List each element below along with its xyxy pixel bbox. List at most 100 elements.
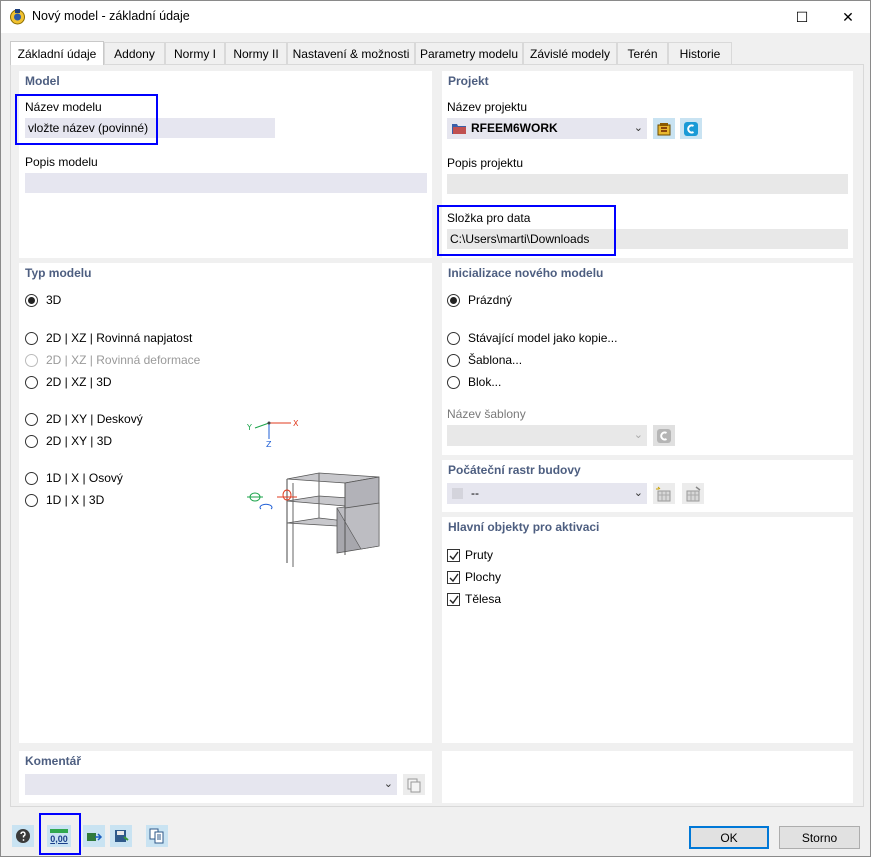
- new-grid-icon: [656, 486, 671, 501]
- load-defaults-button[interactable]: [146, 825, 168, 847]
- comment-panel: Komentář ⌄: [19, 751, 432, 803]
- highlight-data-folder: [437, 205, 616, 256]
- dialog-window: Nový model - základní údaje ☐ ✕ Základní…: [0, 0, 871, 857]
- model-section-title: Model: [25, 74, 60, 88]
- import-button[interactable]: [83, 825, 105, 847]
- tab-settings-options[interactable]: Nastavení & možnosti: [287, 42, 415, 64]
- model-type-illustration: X Y Z: [246, 419, 380, 567]
- checkbox-label: Plochy: [465, 570, 502, 584]
- building-icon: [247, 472, 380, 567]
- radio-label: Šablona...: [468, 353, 523, 367]
- radio-label: 1D | X | Osový: [46, 471, 123, 485]
- maximize-button[interactable]: ☐: [779, 1, 825, 33]
- radio-2d-xz-plane-stress[interactable]: 2D | XZ | Rovinná napjatost: [25, 331, 192, 345]
- building-grid-panel: Počáteční rastr budovy -- ⌄: [442, 460, 853, 512]
- chevron-down-icon: ⌄: [633, 487, 643, 499]
- cancel-button[interactable]: Storno: [779, 826, 860, 849]
- radio-indicator: [25, 353, 38, 367]
- project-folder-icon: [452, 124, 466, 134]
- radio-label: 2D | XZ | 3D: [46, 375, 112, 389]
- radio-label: Stávající model jako kopie...: [468, 331, 618, 345]
- comment-select[interactable]: ⌄: [25, 774, 397, 795]
- copy-icon: [407, 778, 421, 792]
- model-description-input[interactable]: [25, 173, 427, 193]
- radio-init-copy[interactable]: Stávající model jako kopie...: [447, 331, 617, 345]
- chevron-down-icon: ⌄: [633, 122, 643, 134]
- model-description-label: Popis modelu: [25, 155, 98, 169]
- rfem-app-icon: [10, 9, 25, 25]
- tab-terrain[interactable]: Terén: [617, 42, 668, 64]
- help-icon: [16, 829, 30, 843]
- building-grid-select[interactable]: -- ⌄: [447, 483, 647, 504]
- checkmark-icon: [449, 551, 459, 560]
- chevron-down-icon: ⌄: [633, 429, 643, 441]
- radio-label: 2D | XZ | Rovinná napjatost: [46, 331, 193, 345]
- radio-label: 3D: [46, 293, 62, 307]
- radio-label: 1D | X | 3D: [46, 493, 105, 507]
- grid-new-button[interactable]: [653, 483, 675, 504]
- save-as-template-button[interactable]: [110, 825, 132, 847]
- new-template-icon: [657, 428, 671, 443]
- radio-indicator: [25, 331, 38, 345]
- new-project-icon: [684, 121, 698, 136]
- radio-label: 2D | XY | Deskový: [46, 412, 143, 426]
- axis-cross-icon: X Y Z: [246, 419, 299, 449]
- radio-indicator: [447, 331, 460, 345]
- highlight-model-name: [15, 94, 158, 145]
- tab-model-parameters[interactable]: Parametry modelu: [415, 42, 523, 64]
- grid-edit-button[interactable]: [682, 483, 704, 504]
- checkbox-indicator: [447, 548, 460, 562]
- model-type-section-title: Typ modelu: [25, 266, 92, 280]
- activation-objects-section-title: Hlavní objekty pro aktivaci: [448, 520, 600, 534]
- document-copy-icon: [149, 828, 164, 844]
- radio-init-empty[interactable]: Prázdný: [447, 293, 512, 307]
- radio-2d-xz-3d[interactable]: 2D | XZ | 3D: [25, 375, 112, 389]
- axis-z-label: Z: [266, 440, 272, 449]
- tab-addons[interactable]: Addony: [104, 42, 165, 64]
- init-panel: Inicializace nového modelu Prázdný Stáva…: [442, 263, 853, 455]
- close-button[interactable]: ✕: [825, 1, 871, 33]
- radio-label: 2D | XZ | Rovinná deformace: [46, 353, 201, 367]
- new-project-button[interactable]: [680, 118, 702, 139]
- radio-indicator: [25, 412, 38, 426]
- title-bar: Nový model - základní údaje ☐ ✕: [1, 1, 870, 33]
- radio-indicator: [25, 375, 38, 389]
- axis-x-label: X: [293, 419, 299, 428]
- help-button[interactable]: [12, 825, 34, 847]
- grid-swatch-icon: [452, 488, 463, 499]
- radio-1d-x-axial[interactable]: 1D | X | Osový: [25, 471, 123, 485]
- edit-grid-icon: [686, 485, 701, 501]
- radio-indicator: [447, 375, 460, 389]
- project-description-input[interactable]: [447, 174, 848, 194]
- ok-button[interactable]: OK: [689, 826, 769, 849]
- radio-indicator: [25, 293, 38, 307]
- radio-2d-xz-plane-strain: 2D | XZ | Rovinná deformace: [25, 353, 200, 367]
- project-name-select[interactable]: RFEEM6WORK ⌄: [447, 118, 647, 139]
- radio-2d-xy-plate[interactable]: 2D | XY | Deskový: [25, 412, 143, 426]
- checkbox-surfaces[interactable]: Plochy: [447, 570, 501, 584]
- checkbox-solids[interactable]: Tělesa: [447, 592, 501, 606]
- tab-history[interactable]: Historie: [668, 42, 732, 64]
- checkbox-members[interactable]: Pruty: [447, 548, 493, 562]
- radio-2d-xy-3d[interactable]: 2D | XY | 3D: [25, 434, 112, 448]
- import-icon: [87, 833, 103, 841]
- radio-init-template[interactable]: Šablona...: [447, 353, 522, 367]
- tab-basic-data[interactable]: Základní údaje: [10, 41, 104, 65]
- checkbox-indicator: [447, 592, 460, 606]
- radio-init-block[interactable]: Blok...: [447, 375, 501, 389]
- radio-label: Blok...: [468, 375, 502, 389]
- save-template-icon: [115, 830, 129, 842]
- activation-objects-panel: Hlavní objekty pro aktivaci Pruty Plochy…: [442, 517, 853, 743]
- window-title: Nový model - základní údaje: [32, 9, 190, 23]
- radio-indicator: [447, 293, 460, 307]
- tab-standards-2[interactable]: Normy II: [225, 42, 287, 64]
- tab-standards-1[interactable]: Normy I: [165, 42, 225, 64]
- project-manager-button[interactable]: [653, 118, 675, 139]
- radio-3d[interactable]: 3D: [25, 293, 61, 307]
- comment-section-title: Komentář: [25, 754, 82, 768]
- checkbox-label: Tělesa: [465, 592, 502, 606]
- tab-dependent-models[interactable]: Závislé modely: [523, 42, 617, 64]
- radio-1d-x-3d[interactable]: 1D | X | 3D: [25, 493, 104, 507]
- comment-library-button[interactable]: [403, 774, 425, 795]
- radio-indicator: [25, 471, 38, 485]
